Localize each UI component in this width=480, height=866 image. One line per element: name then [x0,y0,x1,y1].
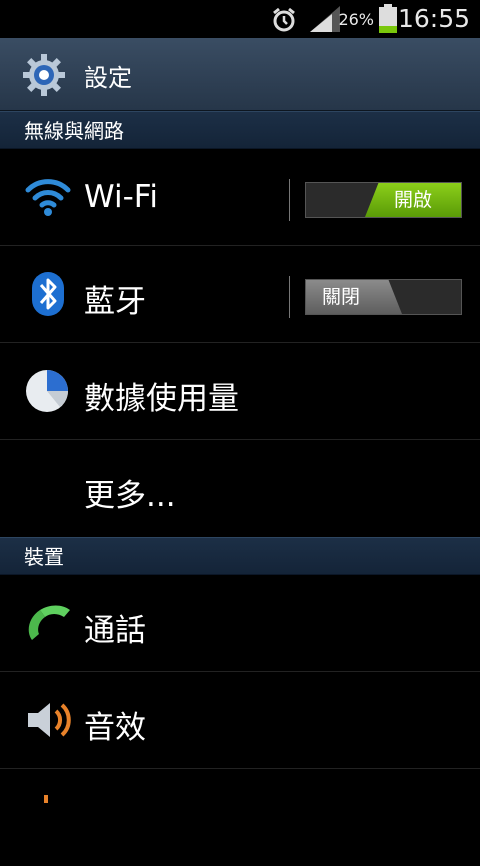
settings-item-label: Wi-Fi [84,179,158,215]
settings-item-label: 音效 [84,710,146,746]
page-title: 設定 [84,64,132,92]
settings-item-label: 數據使用量 [84,381,239,417]
phone-icon [28,605,70,640]
settings-item-label: 藍牙 [84,284,146,320]
settings-item-sound[interactable]: 音效 [0,672,480,769]
toggle-off-label: 關閉 [306,280,402,314]
data-usage-icon [26,370,68,412]
status-bar: 26% 16:55 [0,0,480,38]
speaker-icon [28,703,71,737]
section-header-device: 裝置 [0,537,480,575]
bluetooth-icon [32,272,64,316]
alarm-icon [273,7,295,32]
signal-icon [310,6,340,32]
divider [289,179,290,221]
title-bar: 設定 [0,38,480,111]
toggle-on-label: 開啟 [365,183,461,217]
wifi-icon [25,179,71,216]
divider [289,276,290,318]
settings-item-partial[interactable] [0,769,480,866]
settings-item-call[interactable]: 通話 [0,575,480,672]
clock: 16:55 [397,4,470,33]
settings-item-bluetooth[interactable]: 藍牙 關閉 [0,246,480,343]
partial-icon [44,795,48,803]
settings-item-data-usage[interactable]: 數據使用量 [0,343,480,440]
bluetooth-toggle[interactable]: 關閉 [305,279,462,315]
wifi-toggle[interactable]: 開啟 [305,182,462,218]
battery-percent: 26% [338,10,374,29]
gear-icon [23,54,65,96]
battery-icon [379,4,397,33]
settings-item-wifi[interactable]: Wi-Fi 開啟 [0,149,480,246]
settings-item-more[interactable]: 更多... [0,440,480,537]
settings-item-label: 更多... [84,478,176,514]
settings-item-label: 通話 [84,613,146,649]
section-header-wireless: 無線與網路 [0,111,480,149]
